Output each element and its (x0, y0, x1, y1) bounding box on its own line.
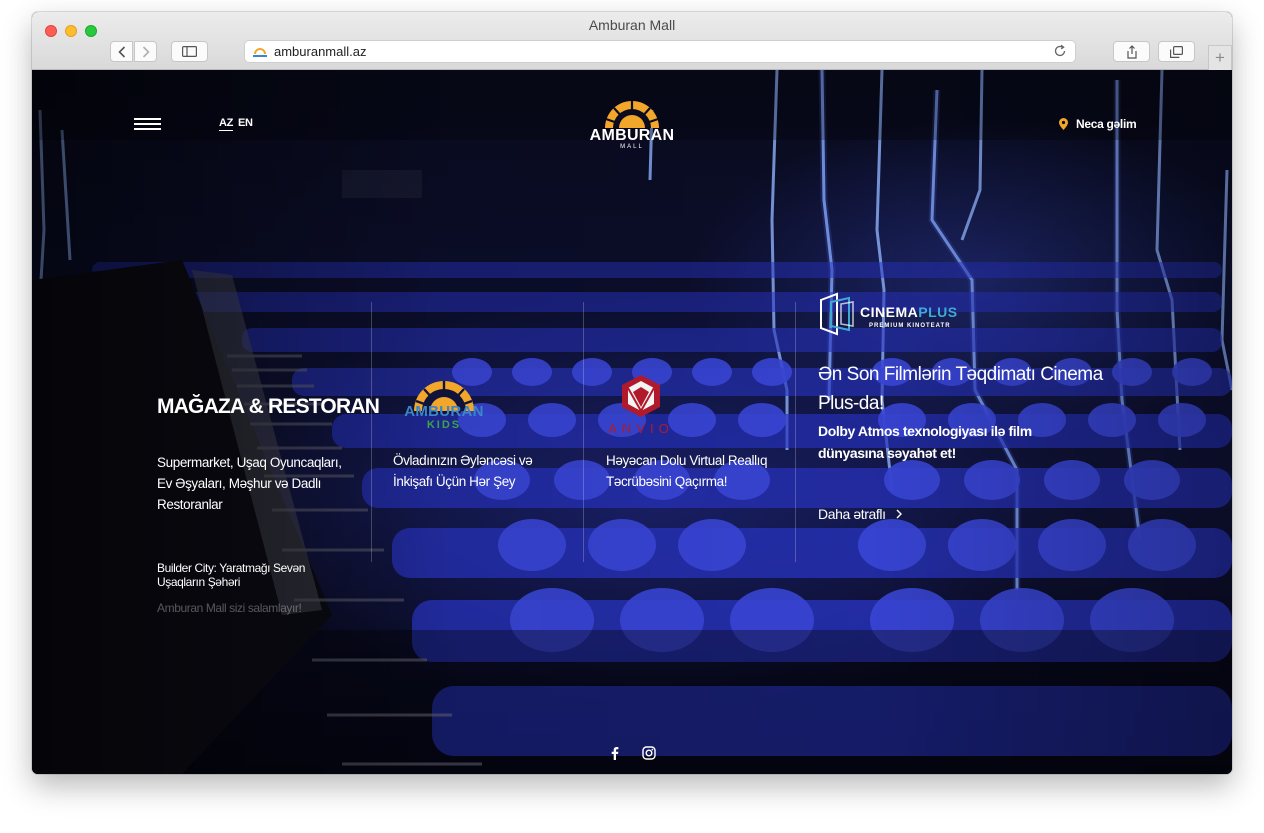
cinema-logo-sub: PREMIUM KINOTEATR (869, 323, 951, 329)
facebook-icon[interactable] (608, 746, 622, 760)
back-button[interactable] (110, 41, 133, 62)
cinema-plus-logo[interactable]: CINEMAPLUS PREMIUM KINOTEATR (817, 292, 967, 338)
chevron-right-icon (896, 509, 902, 519)
cinema-logo-word-b: PLUS (918, 304, 958, 320)
share-button[interactable] (1113, 41, 1150, 62)
sidebar-icon (182, 46, 197, 57)
language-en[interactable]: EN (238, 117, 253, 129)
cinema-logo-word: CINEMAPLUS (860, 304, 958, 320)
cinema-logo-word-a: CINEMA (860, 304, 919, 320)
language-az[interactable]: AZ (219, 117, 233, 131)
forward-button[interactable] (134, 41, 157, 62)
site-favicon-icon (253, 48, 267, 57)
reload-icon[interactable] (1053, 44, 1067, 58)
chevron-right-icon (142, 45, 150, 58)
kids-description: Övladınızın Əyləncəsi və İnkişafı Üçün H… (393, 453, 533, 489)
menu-button[interactable] (134, 118, 161, 132)
anvio-logo[interactable]: ANVIO (602, 373, 680, 439)
browser-titlebar: Amburan Mall amburanmall.az + (32, 12, 1232, 70)
new-tab-button[interactable]: + (1208, 45, 1232, 70)
chevron-left-icon (117, 45, 125, 58)
kids-logo-word: AMBURAN (404, 403, 484, 420)
anvio-emblem-icon (622, 375, 660, 417)
logo-wordmark: AMBURAN (589, 127, 675, 144)
store-restaurant-title[interactable]: MAĞAZA & RESTORAN (157, 395, 380, 419)
show-tabs-button[interactable] (1158, 41, 1195, 62)
browser-window: Amburan Mall amburanmall.az + AZ EN AMBU… (32, 12, 1232, 774)
amburan-kids-logo[interactable]: AMBURAN KIDS (392, 375, 496, 435)
cinema-plus-emblem-icon (820, 292, 854, 336)
sidebar-toggle-button[interactable] (171, 41, 208, 62)
column-divider (795, 302, 796, 562)
directions-label: Neca gəlim (1076, 117, 1137, 131)
address-bar[interactable]: amburanmall.az (244, 40, 1076, 63)
logo-subtitle: MALL (620, 144, 644, 150)
more-info-link[interactable]: Daha ətraflı (818, 506, 902, 522)
location-pin-icon (1059, 118, 1068, 130)
menu-icon-line (134, 118, 161, 120)
more-info-label: Daha ətraflı (818, 506, 886, 522)
anvio-description: Həyəcan Dolu Virtual Reallıq Təcrübəsini… (606, 453, 768, 489)
menu-icon-line (134, 123, 161, 125)
amburan-fan-icon (605, 101, 659, 130)
kids-logo-sub: KIDS (426, 419, 462, 431)
builder-city-text[interactable]: Builder City: Yaratmağı Sevən Uşaqların … (157, 561, 327, 589)
hero-section: AZ EN AMBURAN MALL Neca gəlim MAĞAZA & R… (32, 70, 1232, 774)
column-divider (583, 302, 584, 562)
cinema-plus-subtitle: Dolby Atmos texnologiyası ilə film dünya… (818, 423, 1032, 461)
directions-link[interactable]: Neca gəlim (1059, 117, 1137, 131)
cinema-plus-title: Ən Son Filmlərin Təqdimatı Cinema Plus-d… (818, 364, 1103, 414)
window-title: Amburan Mall (588, 17, 676, 33)
tabs-overview-icon (1170, 45, 1183, 58)
url-text: amburanmall.az (274, 44, 367, 59)
instagram-icon[interactable] (642, 746, 656, 760)
amburan-mall-logo[interactable]: AMBURAN MALL (582, 98, 682, 154)
store-description: Supermarket, Uşaq Oyuncaqları, Ev Əşyala… (157, 455, 342, 512)
anvio-logo-word: ANVIO (608, 421, 674, 436)
column-divider (371, 302, 372, 562)
share-icon (1126, 44, 1137, 59)
menu-icon-line (134, 128, 161, 130)
plus-icon: + (1215, 48, 1225, 67)
welcome-text: Amburan Mall sizi salamlayır! (157, 601, 302, 615)
